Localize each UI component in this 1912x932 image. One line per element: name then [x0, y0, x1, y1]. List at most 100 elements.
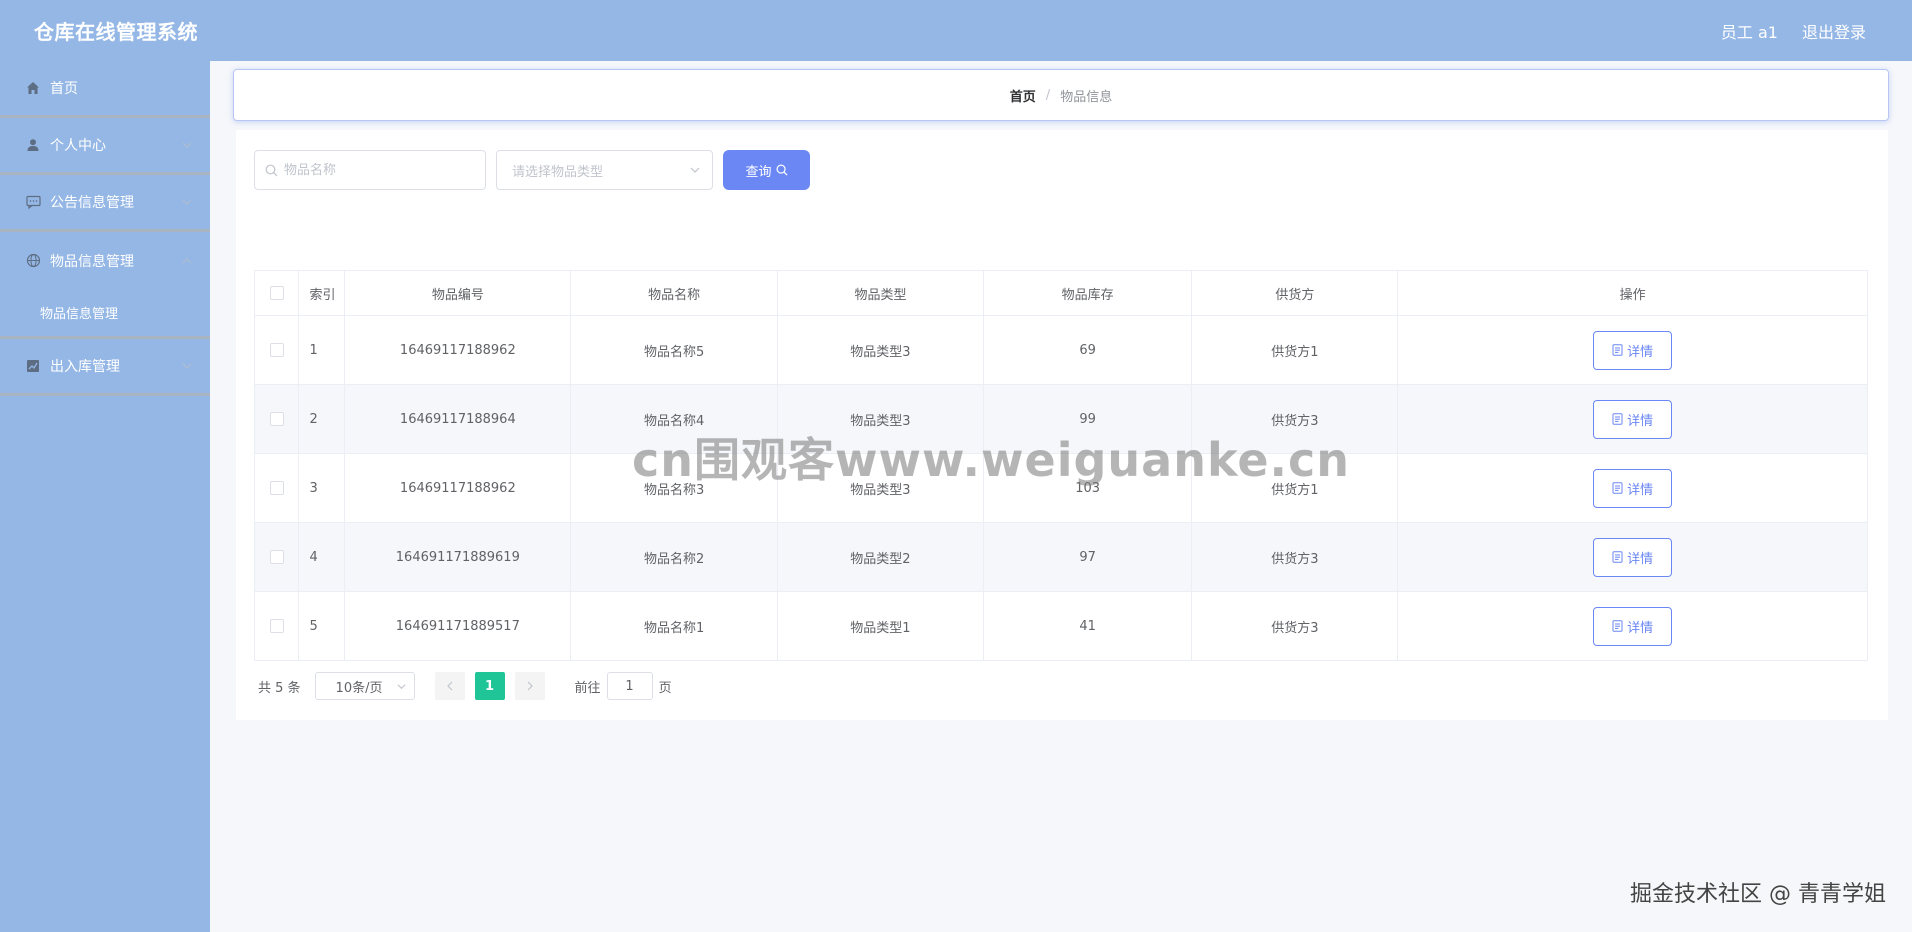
- column-header: 操作: [1397, 270, 1868, 316]
- column-header: 物品名称: [570, 270, 779, 316]
- sidebar-item-home[interactable]: 首页: [0, 61, 210, 118]
- index-cell: 2: [298, 384, 346, 454]
- detail-button-label: 详情: [1627, 344, 1654, 360]
- next-page-button[interactable]: [514, 672, 545, 700]
- sidebar-item-stock-io[interactable]: 出入库管理: [0, 339, 210, 396]
- chevron-right-icon: [527, 681, 533, 691]
- chevron-up-icon: [182, 257, 192, 263]
- supplier-cell: 供货方3: [1191, 591, 1399, 661]
- detail-button[interactable]: 详情: [1593, 330, 1673, 370]
- detail-button[interactable]: 详情: [1593, 399, 1673, 439]
- sidebar-item-label: 个人中心: [50, 138, 106, 154]
- sidebar: 首页 个人中心 公告信息管理 物品信息管理 物品信息管理 出入库管理: [0, 61, 210, 932]
- index-cell: 5: [298, 591, 346, 661]
- goto-page-input[interactable]: [606, 672, 653, 700]
- goods-type-select[interactable]: 请选择物品类型: [496, 150, 713, 190]
- goods-type-placeholder: 请选择物品类型: [512, 164, 604, 180]
- search-icon: [265, 164, 278, 176]
- goods-table: 索引 物品编号 物品名称 物品类型 物品库存 供货方 操作 1 16469117…: [253, 270, 1868, 661]
- attribution-text: 掘金技术社区 @ 青青学姐: [1630, 882, 1886, 907]
- chart-icon: [24, 357, 42, 375]
- supplier-cell: 供货方1: [1191, 453, 1399, 523]
- supplier-cell: 供货方3: [1191, 522, 1399, 592]
- code-cell: 16469117188964: [344, 384, 572, 454]
- action-cell: 详情: [1397, 384, 1868, 454]
- search-name-input[interactable]: [284, 162, 474, 178]
- type-cell: 物品类型3: [777, 453, 984, 523]
- sidebar-item-notice[interactable]: 公告信息管理: [0, 175, 210, 232]
- stock-cell: 97: [982, 522, 1193, 592]
- page-number-button[interactable]: 1: [474, 672, 505, 700]
- document-icon: [1612, 413, 1623, 425]
- document-icon: [1612, 482, 1623, 494]
- type-cell: 物品类型2: [777, 522, 984, 592]
- pagination-total: 共 5 条: [258, 680, 301, 696]
- stock-cell: 41: [982, 591, 1193, 661]
- column-header: 物品类型: [777, 270, 984, 316]
- table-row: 3 16469117188962 物品名称3 物品类型3 103 供货方1 详情: [253, 453, 1868, 523]
- column-header: 物品库存: [982, 270, 1193, 316]
- sidebar-subitem-goods-info[interactable]: 物品信息管理: [0, 289, 210, 339]
- row-checkbox[interactable]: [269, 619, 284, 633]
- type-cell: 物品类型3: [777, 315, 984, 385]
- chevron-down-icon: [182, 142, 192, 148]
- page-size-select[interactable]: 10条/页: [314, 672, 415, 700]
- search-icon: [776, 164, 788, 176]
- supplier-cell: 供货方1: [1191, 315, 1399, 385]
- action-cell: 详情: [1397, 315, 1868, 385]
- user-icon: [24, 136, 42, 154]
- select-all-cell: [253, 270, 300, 316]
- stock-cell: 99: [982, 384, 1193, 454]
- detail-button[interactable]: 详情: [1593, 606, 1673, 646]
- code-cell: 16469117188962: [344, 453, 572, 523]
- search-bar: 请选择物品类型 查询: [254, 150, 810, 190]
- index-cell: 1: [298, 315, 346, 385]
- detail-button[interactable]: 详情: [1593, 537, 1673, 577]
- action-cell: 详情: [1397, 591, 1868, 661]
- search-button[interactable]: 查询: [723, 150, 810, 190]
- name-cell: 物品名称1: [570, 591, 779, 661]
- column-header: 物品编号: [344, 270, 572, 316]
- code-cell: 16469117188962: [344, 315, 572, 385]
- logout-link[interactable]: 退出登录: [1802, 19, 1866, 43]
- app-title: 仓库在线管理系统: [34, 20, 198, 44]
- row-select-cell: [253, 315, 300, 385]
- detail-button-label: 详情: [1627, 413, 1654, 429]
- search-button-label: 查询: [745, 164, 772, 180]
- main-content: 请选择物品类型 查询 索引 物品编号 物品名称 物品类型 物品库存 供货方 操作: [236, 130, 1888, 720]
- row-checkbox[interactable]: [269, 412, 284, 426]
- table-row: 5 164691171889517 物品名称1 物品类型1 41 供货方3 详情: [253, 591, 1868, 661]
- sidebar-item-profile[interactable]: 个人中心: [0, 118, 210, 175]
- chevron-left-icon: [446, 681, 452, 691]
- pagination: 共 5 条 10条/页 1 前往 页: [258, 672, 672, 700]
- name-cell: 物品名称5: [570, 315, 779, 385]
- prev-page-button[interactable]: [434, 672, 465, 700]
- select-all-checkbox[interactable]: [269, 286, 284, 300]
- detail-button[interactable]: 详情: [1593, 468, 1673, 508]
- breadcrumb-current: 物品信息: [1060, 89, 1113, 105]
- search-name-wrapper: [254, 150, 486, 190]
- column-header: 索引: [298, 270, 346, 316]
- row-select-cell: [253, 453, 300, 523]
- document-icon: [1612, 344, 1623, 356]
- user-label: 员工 a1: [1720, 22, 1778, 42]
- row-checkbox[interactable]: [269, 481, 284, 495]
- row-checkbox[interactable]: [269, 550, 284, 564]
- message-icon: [24, 193, 42, 211]
- row-checkbox[interactable]: [269, 343, 284, 357]
- name-cell: 物品名称4: [570, 384, 779, 454]
- type-cell: 物品类型1: [777, 591, 984, 661]
- type-cell: 物品类型3: [777, 384, 984, 454]
- detail-button-label: 详情: [1627, 551, 1654, 567]
- header-user-area: 员工 a1 退出登录: [1721, 19, 1866, 43]
- code-cell: 164691171889619: [344, 522, 572, 592]
- sidebar-item-goods[interactable]: 物品信息管理: [0, 232, 210, 289]
- page-size-value: 10条/页: [335, 680, 383, 696]
- supplier-cell: 供货方3: [1191, 384, 1399, 454]
- sidebar-subitem-label: 物品信息管理: [40, 307, 119, 322]
- index-cell: 3: [298, 453, 346, 523]
- document-icon: [1612, 551, 1623, 563]
- breadcrumb-home[interactable]: 首页: [1010, 86, 1036, 105]
- row-select-cell: [253, 384, 300, 454]
- index-cell: 4: [298, 522, 346, 592]
